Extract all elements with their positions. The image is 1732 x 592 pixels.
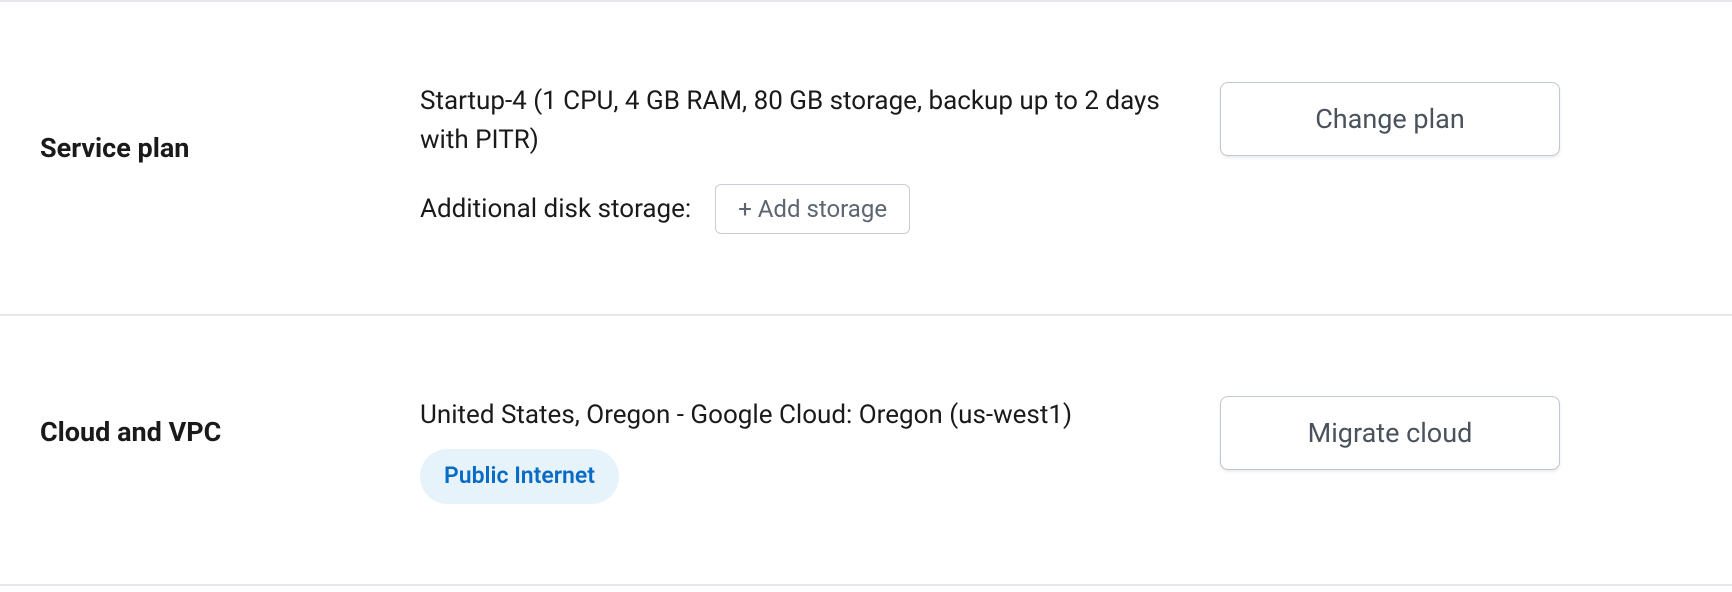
cloud-vpc-action: Migrate cloud [1200,396,1560,470]
add-storage-button[interactable]: + Add storage [715,184,910,234]
cloud-vpc-value: United States, Oregon - Google Cloud: Or… [420,396,1200,504]
cloud-vpc-label: Cloud and VPC [40,396,420,448]
additional-storage-row: Additional disk storage: + Add storage [420,184,1180,234]
change-plan-button[interactable]: Change plan [1220,82,1560,156]
service-plan-description: Startup-4 (1 CPU, 4 GB RAM, 80 GB storag… [420,82,1180,160]
migrate-cloud-button[interactable]: Migrate cloud [1220,396,1560,470]
service-plan-row: Service plan Startup-4 (1 CPU, 4 GB RAM,… [0,0,1732,314]
cloud-location: United States, Oregon - Google Cloud: Or… [420,396,1180,435]
additional-storage-label: Additional disk storage: [420,190,691,229]
service-plan-value: Startup-4 (1 CPU, 4 GB RAM, 80 GB storag… [420,82,1200,234]
network-badge: Public Internet [420,449,619,504]
cloud-vpc-row: Cloud and VPC United States, Oregon - Go… [0,314,1732,586]
service-plan-action: Change plan [1200,82,1560,156]
service-plan-label: Service plan [40,82,420,164]
